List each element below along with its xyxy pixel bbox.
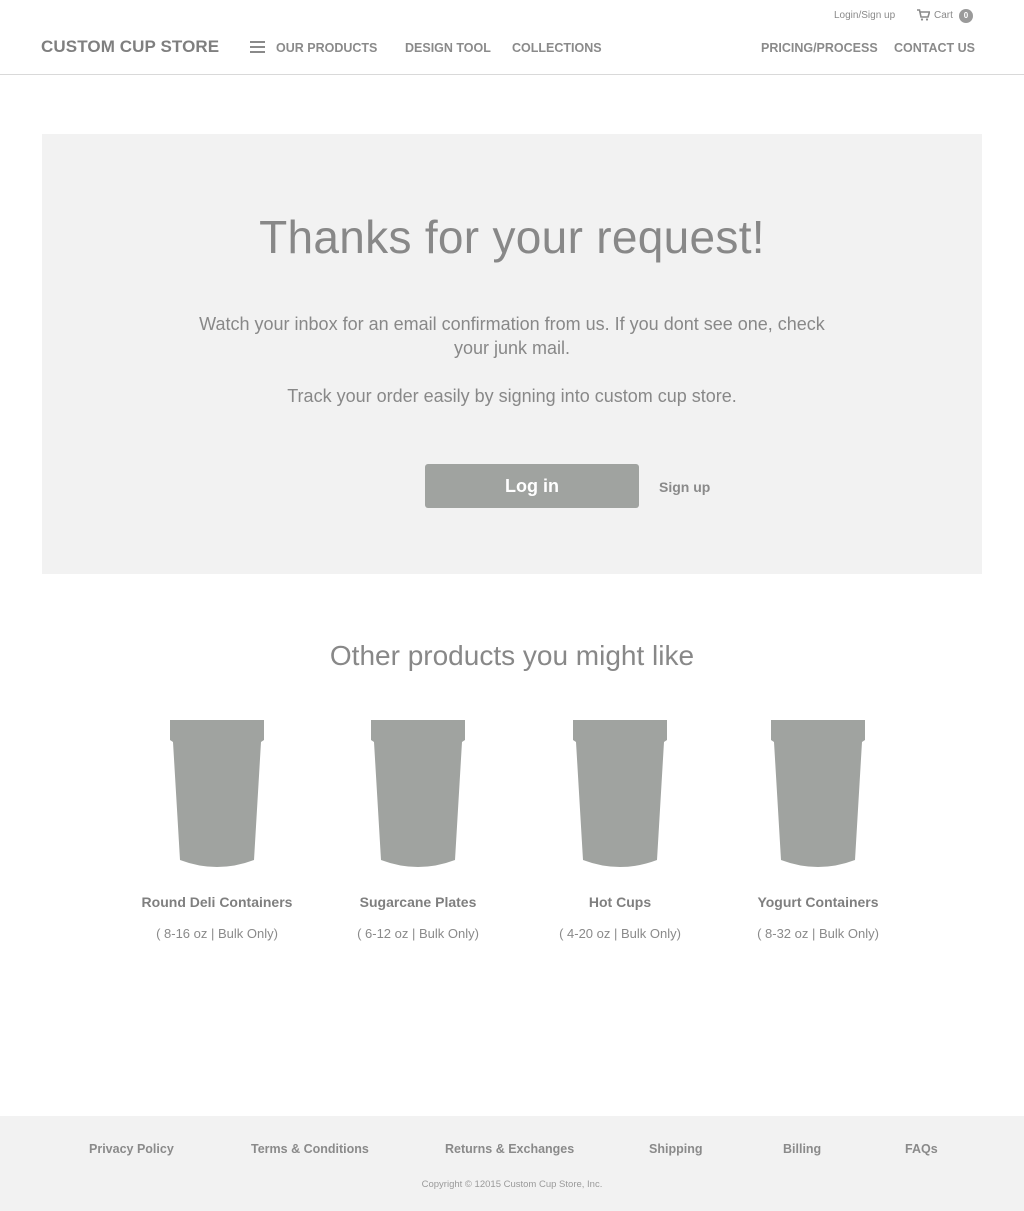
cup-image-icon xyxy=(371,720,465,867)
copyright-text: Copyright © 12015 Custom Cup Store, Inc. xyxy=(421,1179,603,1190)
footer-billing[interactable]: Billing xyxy=(783,1142,821,1156)
product-spec: ( 4-20 oz | Bulk Only) xyxy=(559,926,681,941)
product-name[interactable]: Sugarcane Plates xyxy=(328,894,508,910)
nav-collections[interactable]: COLLECTIONS xyxy=(512,41,602,55)
cup-image-icon xyxy=(573,720,667,867)
footer-shipping[interactable]: Shipping xyxy=(649,1142,702,1156)
footer-privacy-policy[interactable]: Privacy Policy xyxy=(89,1142,174,1156)
product-card[interactable]: Hot Cups ( 4-20 oz | Bulk Only) xyxy=(530,720,710,941)
login-button[interactable]: Log in xyxy=(425,464,639,508)
footer-faqs[interactable]: FAQs xyxy=(905,1142,938,1156)
cup-image-icon xyxy=(170,720,264,867)
track-order-message: Track your order easily by signing into … xyxy=(287,386,737,406)
confirmation-panel: Thanks for your request! Watch your inbo… xyxy=(42,134,982,574)
site-footer: Privacy Policy Terms & Conditions Return… xyxy=(0,1116,1024,1211)
site-header: CUSTOM CUP STORE OUR PRODUCTS DESIGN TOO… xyxy=(0,0,1024,75)
cart-link[interactable]: Cart xyxy=(934,10,953,21)
product-card[interactable]: Sugarcane Plates ( 6-12 oz | Bulk Only) xyxy=(328,720,508,941)
confirmation-message: Watch your inbox for an email confirmati… xyxy=(199,314,825,358)
product-spec: ( 6-12 oz | Bulk Only) xyxy=(357,926,479,941)
hamburger-menu-icon[interactable] xyxy=(250,41,265,53)
cup-image-icon xyxy=(771,720,865,867)
product-spec: ( 8-16 oz | Bulk Only) xyxy=(156,926,278,941)
nav-contact-us[interactable]: CONTACT US xyxy=(894,41,975,55)
footer-terms-conditions[interactable]: Terms & Conditions xyxy=(251,1142,369,1156)
nav-our-products[interactable]: OUR PRODUCTS xyxy=(276,41,377,55)
cart-count-badge: 0 xyxy=(959,9,973,23)
products-section-title: Other products you might like xyxy=(329,640,695,671)
product-card[interactable]: Yogurt Containers ( 8-32 oz | Bulk Only) xyxy=(728,720,908,941)
login-signup-link[interactable]: Login/Sign up xyxy=(834,10,895,21)
nav-design-tool[interactable]: DESIGN TOOL xyxy=(405,41,491,55)
signup-link[interactable]: Sign up xyxy=(659,479,710,495)
nav-pricing-process[interactable]: PRICING/PROCESS xyxy=(761,41,878,55)
product-card[interactable]: Round Deli Containers ( 8-16 oz | Bulk O… xyxy=(127,720,307,941)
product-spec: ( 8-32 oz | Bulk Only) xyxy=(757,926,879,941)
footer-returns-exchanges[interactable]: Returns & Exchanges xyxy=(445,1142,574,1156)
product-name[interactable]: Yogurt Containers xyxy=(728,894,908,910)
product-name[interactable]: Hot Cups xyxy=(530,894,710,910)
site-logo[interactable]: CUSTOM CUP STORE xyxy=(41,37,219,57)
cart-icon[interactable] xyxy=(917,9,930,21)
confirmation-title: Thanks for your request! xyxy=(259,211,765,263)
product-name[interactable]: Round Deli Containers xyxy=(127,894,307,910)
